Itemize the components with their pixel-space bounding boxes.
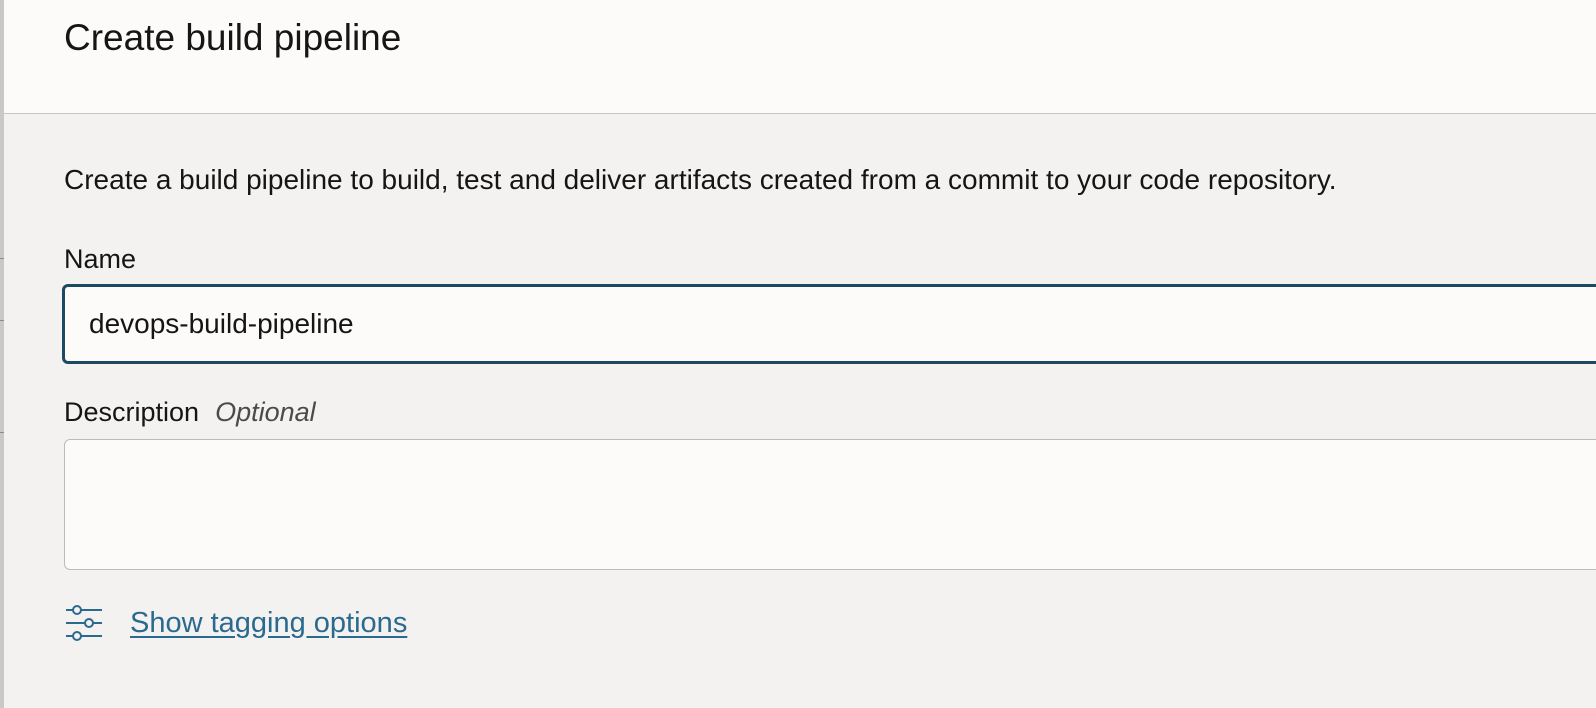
panel-body: Create a build pipeline to build, test a… xyxy=(4,114,1596,708)
panel-title: Create build pipeline xyxy=(64,17,402,58)
sliders-icon[interactable] xyxy=(64,603,104,643)
name-field-label: Name xyxy=(64,242,136,276)
optional-label: Optional xyxy=(215,397,316,427)
tagging-options-row[interactable]: Show tagging options xyxy=(64,602,407,644)
description-label-text: Description xyxy=(64,397,200,427)
description-input[interactable] xyxy=(64,439,1596,570)
name-label-text: Name xyxy=(64,244,137,274)
intro-text: Create a build pipeline to build, test a… xyxy=(64,164,1337,195)
description-field-label: Description Optional xyxy=(64,395,316,429)
panel-header: Create build pipeline xyxy=(4,0,1596,114)
name-input[interactable] xyxy=(62,284,1596,364)
show-tagging-options-link[interactable]: Show tagging options xyxy=(130,605,407,641)
